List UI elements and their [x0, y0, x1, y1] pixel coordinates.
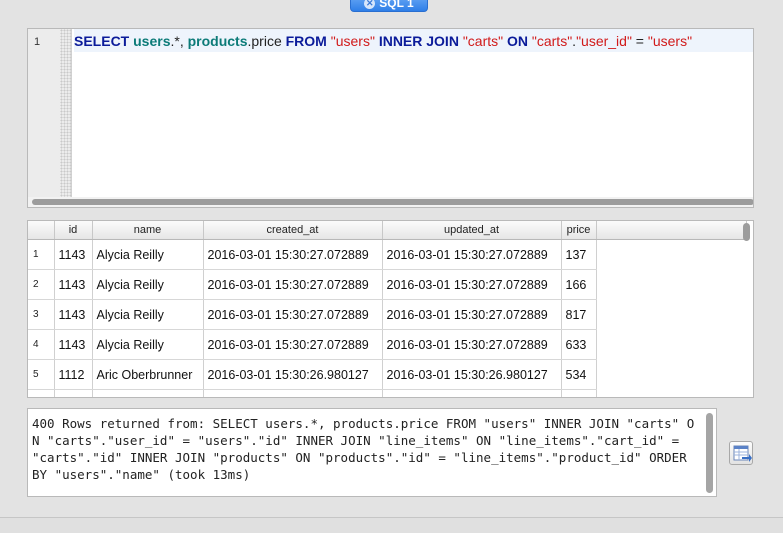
- sql-editor[interactable]: 1 SELECT users.*, products.price FROM "u…: [27, 28, 754, 208]
- cell-updated-at[interactable]: 2016-03-01 15:30:27.072889: [382, 269, 562, 300]
- table-row[interactable]: 1 1143 Alycia Reilly 2016-03-01 15:30:27.07…: [28, 239, 746, 270]
- query-message-panel: 400 Rows returned from: SELECT users.*, …: [27, 408, 717, 497]
- sql-token: .*,: [170, 33, 188, 49]
- table-row[interactable]: 61112Aric Oberbrunner2016-03-01 15:30:26…: [28, 389, 746, 398]
- cell-created-at[interactable]: 2016-03-01 15:30:27.072889: [203, 269, 383, 300]
- row-number[interactable]: 2: [28, 269, 55, 300]
- cell-id[interactable]: 1112: [54, 389, 93, 397]
- cell-name[interactable]: Alycia Reilly: [92, 269, 204, 300]
- row-number[interactable]: 4: [28, 329, 55, 360]
- row-filler: [596, 300, 746, 330]
- row-filler: [596, 270, 746, 300]
- export-results-button[interactable]: [729, 441, 753, 465]
- sql-token: products: [187, 33, 248, 49]
- gutter-fold-area: [60, 29, 72, 207]
- editor-gutter: 1: [28, 29, 72, 207]
- cell-price[interactable]: 534: [561, 359, 597, 390]
- row-filler: [596, 240, 746, 270]
- cell-created-at[interactable]: 2016-03-01 15:30:27.072889: [203, 329, 383, 360]
- cell-name[interactable]: Aric Oberbrunner: [92, 359, 204, 390]
- cell-name[interactable]: Aric Oberbrunner: [92, 389, 204, 397]
- cell-updated-at[interactable]: 2016-03-01 15:30:26.980127: [382, 359, 562, 390]
- sql-token: "users": [330, 33, 379, 49]
- sql-token: ON: [507, 33, 532, 49]
- column-header-created-at[interactable]: created_at: [203, 221, 383, 240]
- cell-id[interactable]: 1143: [54, 269, 93, 300]
- cell-created-at[interactable]: 2016-03-01 15:30:27.072889: [203, 299, 383, 330]
- row-number-header[interactable]: [28, 221, 55, 240]
- sql-token: "carts": [531, 33, 573, 49]
- cell-price[interactable]: 846: [561, 389, 597, 397]
- sql-token: "carts": [462, 33, 507, 49]
- column-header-price[interactable]: price: [561, 221, 597, 240]
- cell-id[interactable]: 1143: [54, 239, 93, 270]
- sql-token: INNER JOIN: [378, 33, 463, 49]
- cell-price[interactable]: 817: [561, 299, 597, 330]
- header-filler: [596, 221, 747, 240]
- sql-token: users: [133, 33, 171, 49]
- table-row[interactable]: 2 1143 Alycia Reilly 2016-03-01 15:30:27.07…: [28, 269, 746, 300]
- row-filler: [596, 390, 746, 398]
- tab-sql-1[interactable]: ✕ SQL 1: [350, 0, 428, 12]
- sql-token: =: [631, 33, 648, 49]
- row-filler: [596, 360, 746, 390]
- sql-token: SELECT: [74, 33, 134, 49]
- line-number: 1: [34, 36, 41, 48]
- sql-token: .price: [247, 33, 286, 49]
- results-table: id name created_at updated_at price 1 1143 Aly…: [28, 221, 747, 398]
- cell-created-at[interactable]: 2016-03-01 15:30:27.072889: [203, 239, 383, 270]
- sql-code-line[interactable]: SELECT users.*, products.price FROM "use…: [74, 29, 753, 52]
- cell-price[interactable]: 166: [561, 269, 597, 300]
- results-vertical-scrollbar[interactable]: [743, 223, 750, 241]
- results-grid[interactable]: id name created_at updated_at price 1 1143 Aly…: [27, 220, 754, 398]
- cell-price[interactable]: 137: [561, 239, 597, 270]
- export-results-icon: [733, 445, 752, 462]
- column-header-name[interactable]: name: [92, 221, 204, 240]
- row-filler: [596, 330, 746, 360]
- editor-scroll-thumb[interactable]: [32, 199, 753, 205]
- row-number[interactable]: 3: [28, 299, 55, 330]
- table-row[interactable]: 3 1143 Alycia Reilly 2016-03-01 15:30:27.07…: [28, 299, 746, 330]
- cell-created-at[interactable]: 2016-03-01 15:30:26.980127: [203, 359, 383, 390]
- row-number[interactable]: 1: [28, 239, 55, 270]
- query-message: 400 Rows returned from: SELECT users.*, …: [32, 416, 695, 482]
- cell-id[interactable]: 1143: [54, 299, 93, 330]
- cell-id[interactable]: 1143: [54, 329, 93, 360]
- cell-updated-at[interactable]: 2016-03-01 15:30:27.072889: [382, 329, 562, 360]
- message-scrollbar[interactable]: [706, 413, 713, 493]
- column-header-updated-at[interactable]: updated_at: [382, 221, 562, 240]
- cell-price[interactable]: 633: [561, 329, 597, 360]
- sql-token: "user_id": [576, 33, 632, 49]
- cell-name[interactable]: Alycia Reilly: [92, 299, 204, 330]
- table-row[interactable]: 5 1112 Aric Oberbrunner 2016-03-01 15:30:26…: [28, 359, 746, 390]
- sql-token: FROM: [285, 33, 331, 49]
- cell-updated-at[interactable]: 2016-03-01 15:30:27.072889: [382, 299, 562, 330]
- cell-created-at[interactable]: 2016-03-01 15:30:26.980127: [203, 389, 383, 397]
- tab-label: SQL 1: [379, 0, 414, 10]
- cell-updated-at[interactable]: 2016-03-01 15:30:27.072889: [382, 239, 562, 270]
- cell-name[interactable]: Alycia Reilly: [92, 329, 204, 360]
- sql-token: "users": [647, 33, 693, 49]
- row-number[interactable]: 5: [28, 359, 55, 390]
- window-bottom-bar: [0, 517, 783, 533]
- close-icon[interactable]: ✕: [364, 0, 376, 9]
- editor-horizontal-scrollbar[interactable]: [28, 197, 753, 207]
- results-header-row: id name created_at updated_at price: [28, 221, 747, 240]
- table-row[interactable]: 4 1143 Alycia Reilly 2016-03-01 15:30:27.07…: [28, 329, 746, 360]
- cell-name[interactable]: Alycia Reilly: [92, 239, 204, 270]
- cell-id[interactable]: 1112: [54, 359, 93, 390]
- column-header-id[interactable]: id: [54, 221, 93, 240]
- row-number[interactable]: 6: [28, 389, 55, 397]
- cell-updated-at[interactable]: 2016-03-01 15:30:26.980127: [382, 389, 562, 397]
